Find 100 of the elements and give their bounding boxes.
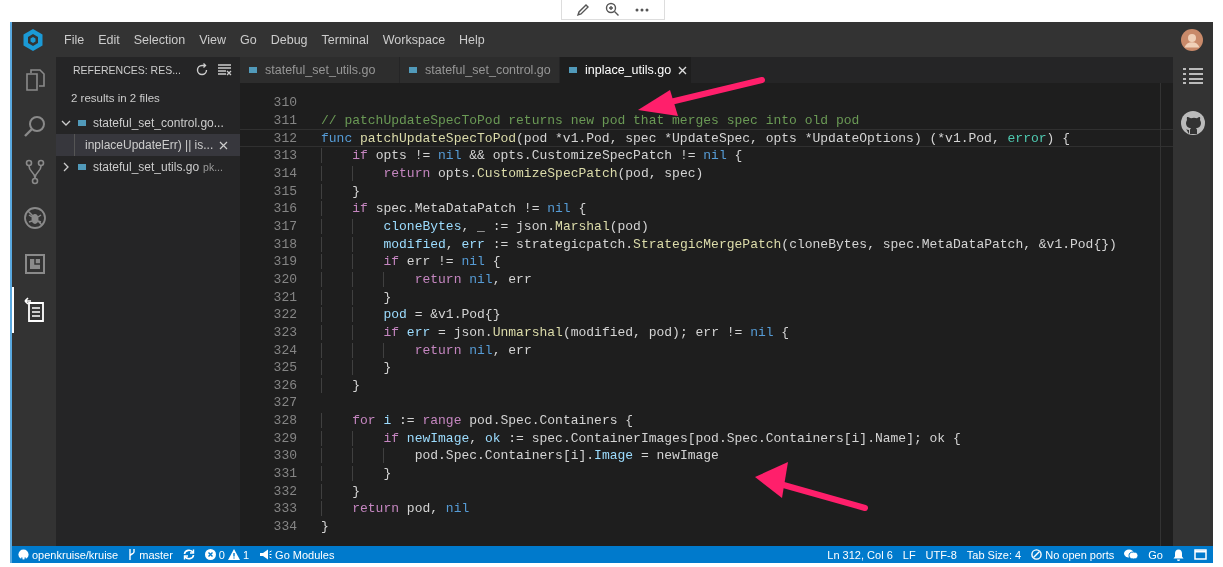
go-file-icon (568, 66, 578, 74)
line-number: 329 (272, 430, 297, 446)
problems-status[interactable]: 0 1 (204, 548, 250, 561)
code-line: } (321, 483, 361, 499)
line-number: 323 (272, 324, 297, 340)
menu-item[interactable]: File (64, 32, 85, 47)
menu-item[interactable]: Terminal (321, 32, 369, 47)
line-number: 311 (272, 113, 297, 128)
editor-tab[interactable]: inplace_utils.go (560, 57, 692, 83)
code-line: if err != nil { (321, 254, 501, 270)
line-number: 313 (272, 148, 297, 164)
menu-item[interactable]: Workspace (382, 32, 446, 47)
status-item[interactable]: UTF-8 (925, 548, 957, 561)
go-file-icon (248, 66, 258, 74)
menu-item[interactable]: Selection (133, 32, 186, 47)
clear-all-icon[interactable] (217, 64, 232, 76)
ports-status[interactable]: No open ports (1031, 548, 1115, 561)
source-control-icon (25, 159, 45, 185)
files-icon (24, 68, 46, 92)
status-item[interactable]: Ln 312, Col 6 (827, 548, 893, 561)
go-file-icon (77, 119, 87, 127)
menu-item[interactable]: Go (240, 32, 257, 47)
go-modules-status[interactable]: Go Modules (259, 548, 335, 561)
line-number: 331 (272, 466, 297, 482)
repository-status[interactable]: openkruise/kruise (18, 548, 119, 561)
branch-status[interactable]: master (128, 548, 173, 561)
code-line: // patchUpdateSpecToPod returns new pod that merges spec into old pod (321, 113, 860, 128)
panel-layout-icon[interactable] (1194, 549, 1207, 560)
line-number: 310 (272, 95, 297, 111)
code-line: pod.Spec.Containers[i].Image = newImage (321, 448, 719, 464)
code-line: } (321, 289, 392, 305)
more-icon[interactable] (634, 7, 649, 12)
zoom-in-icon[interactable] (605, 2, 620, 17)
line-number: 322 (272, 307, 297, 323)
code-line: if err = json.Unmarshal(modified, pod); err != nil { (321, 324, 790, 340)
line-number: 326 (272, 377, 297, 393)
close-icon[interactable] (678, 65, 688, 75)
line-number: 324 (272, 342, 297, 358)
code-line: return pod, nil (321, 501, 470, 517)
extensions-icon (24, 253, 46, 275)
bell-icon[interactable] (1173, 548, 1184, 561)
code-line: func patchUpdateSpecToPod(pod *v1.Pod, spec *UpdateSpec, opts *UpdateOptions) (*v1.Pod, error) { (321, 130, 1070, 146)
menu-item[interactable]: Help (459, 32, 485, 47)
line-number: 334 (272, 519, 297, 535)
refresh-icon[interactable] (195, 63, 209, 77)
sync-icon[interactable] (182, 549, 195, 560)
close-icon[interactable] (219, 140, 229, 150)
line-number: 312 (272, 130, 297, 146)
debug-icon (23, 206, 47, 230)
megaphone-icon (259, 549, 273, 560)
reference-file-item[interactable]: stateful_set_utils.go pk... (56, 156, 240, 178)
feedback-icon[interactable] (1124, 549, 1139, 560)
line-number: 321 (272, 289, 297, 305)
code-line: } (321, 466, 392, 482)
panel-title: REFERENCES: RES... (73, 64, 182, 76)
line-number: 315 (272, 183, 297, 199)
search-icon (23, 114, 47, 138)
code-line: modified, err := strategicpatch.StrategicMergePatch(cloneBytes, spec.MetaDataPatch, &v1.Pod{}) (321, 236, 1117, 252)
hexagon-logo-icon (22, 27, 44, 52)
line-number: 314 (272, 165, 297, 181)
reference-match-item[interactable]: inplaceUpdateErr) || is... (56, 134, 240, 156)
code-line: } (321, 519, 329, 535)
line-number: 316 (272, 201, 297, 217)
no-entry-icon (1031, 549, 1043, 560)
line-number: 320 (272, 271, 297, 287)
editor-tab[interactable]: stateful_set_utils.go (240, 57, 400, 83)
code-line: return nil, err (321, 271, 532, 287)
line-number: 319 (272, 254, 297, 270)
code-line: return nil, err (321, 342, 532, 358)
code-line: if spec.MetaDataPatch != nil { (321, 201, 587, 217)
references-icon (23, 297, 47, 323)
menu-item[interactable]: Edit (98, 32, 120, 47)
line-number: 328 (272, 413, 297, 429)
code-line: for i := range pod.Spec.Containers { (321, 413, 634, 429)
status-item[interactable]: Tab Size: 4 (966, 548, 1022, 561)
editor-tab[interactable]: stateful_set_control.go (400, 57, 560, 83)
go-file-icon (77, 163, 87, 171)
warning-icon (227, 549, 240, 560)
menu-item[interactable]: View (199, 32, 226, 47)
go-file-icon (408, 66, 418, 74)
code-line: } (321, 377, 361, 393)
list-icon[interactable] (1182, 67, 1204, 85)
status-item[interactable]: Go (1148, 548, 1163, 561)
code-line: pod = &v1.Pod{} (321, 307, 501, 323)
branch-icon (128, 549, 137, 560)
line-number: 327 (272, 395, 297, 411)
menu-item[interactable]: Debug (270, 32, 308, 47)
results-summary: 2 results in 2 files (70, 91, 161, 106)
avatar-icon[interactable] (1181, 28, 1203, 51)
code-line: } (321, 360, 392, 376)
pencil-icon[interactable] (576, 2, 591, 17)
code-line: } (321, 183, 361, 199)
line-number: 318 (272, 236, 297, 252)
code-line: cloneBytes, _ := json.Marshal(pod) (321, 218, 649, 234)
status-item[interactable]: LF (902, 548, 916, 561)
github-icon (18, 549, 29, 560)
github-icon[interactable] (1180, 110, 1206, 136)
code-line: return opts.CustomizeSpecPatch(pod, spec) (321, 165, 704, 181)
line-number: 333 (272, 501, 297, 517)
reference-file-item[interactable]: stateful_set_control.go... (56, 112, 240, 134)
